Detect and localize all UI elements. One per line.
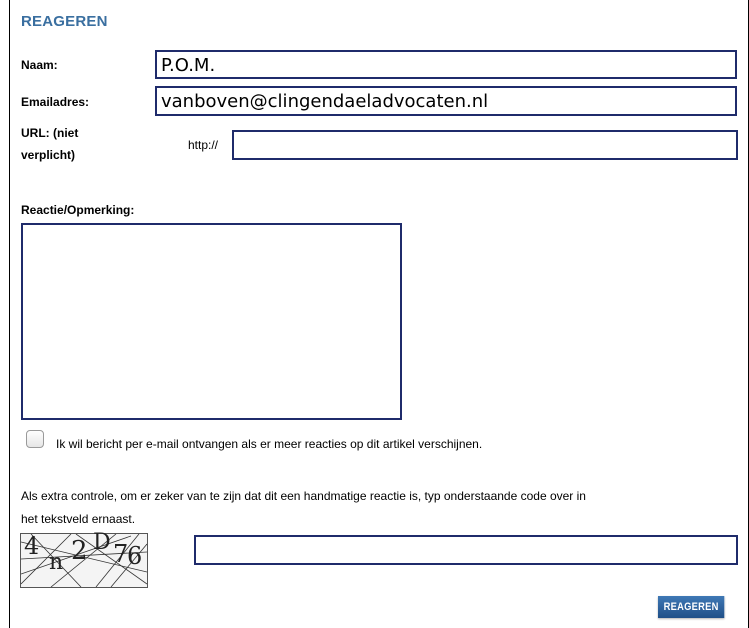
captcha-char-5: 7 <box>113 540 129 568</box>
url-label-line2: verplicht) <box>21 148 76 162</box>
email-field[interactable]: vanboven@clingendaeladvocaten.nl <box>155 86 737 116</box>
url-prefix: http:// <box>188 138 219 152</box>
name-field[interactable]: P.O.M. <box>155 50 737 79</box>
notify-checkbox[interactable] <box>26 430 44 448</box>
captcha-input[interactable] <box>194 535 738 565</box>
url-label-line1: URL: (niet <box>21 126 79 140</box>
captcha-instructions-line1: Als extra controle, om er zeker van te z… <box>21 489 586 503</box>
captcha-char-2: n <box>49 550 64 575</box>
captcha-char-4: D <box>93 530 111 555</box>
captcha-char-6: 6 <box>127 542 143 570</box>
name-label: Naam: <box>21 58 58 72</box>
captcha-instructions-line2: het tekstveld ernaast. <box>21 512 136 526</box>
email-label: Emailadres: <box>21 95 90 109</box>
url-field[interactable] <box>232 130 738 160</box>
captcha-char-3: 2 <box>71 536 88 566</box>
notify-label: Ik wil bericht per e-mail ontvangen als … <box>56 437 483 451</box>
comment-textarea[interactable] <box>21 223 402 420</box>
captcha-image: 4 n 2 D 7 6 <box>20 530 148 588</box>
captcha-char-1: 4 <box>24 532 40 560</box>
form-title: REAGEREN <box>21 13 108 30</box>
submit-button[interactable]: REAGEREN <box>658 596 725 618</box>
comment-label: Reactie/Opmerking: <box>21 203 135 217</box>
